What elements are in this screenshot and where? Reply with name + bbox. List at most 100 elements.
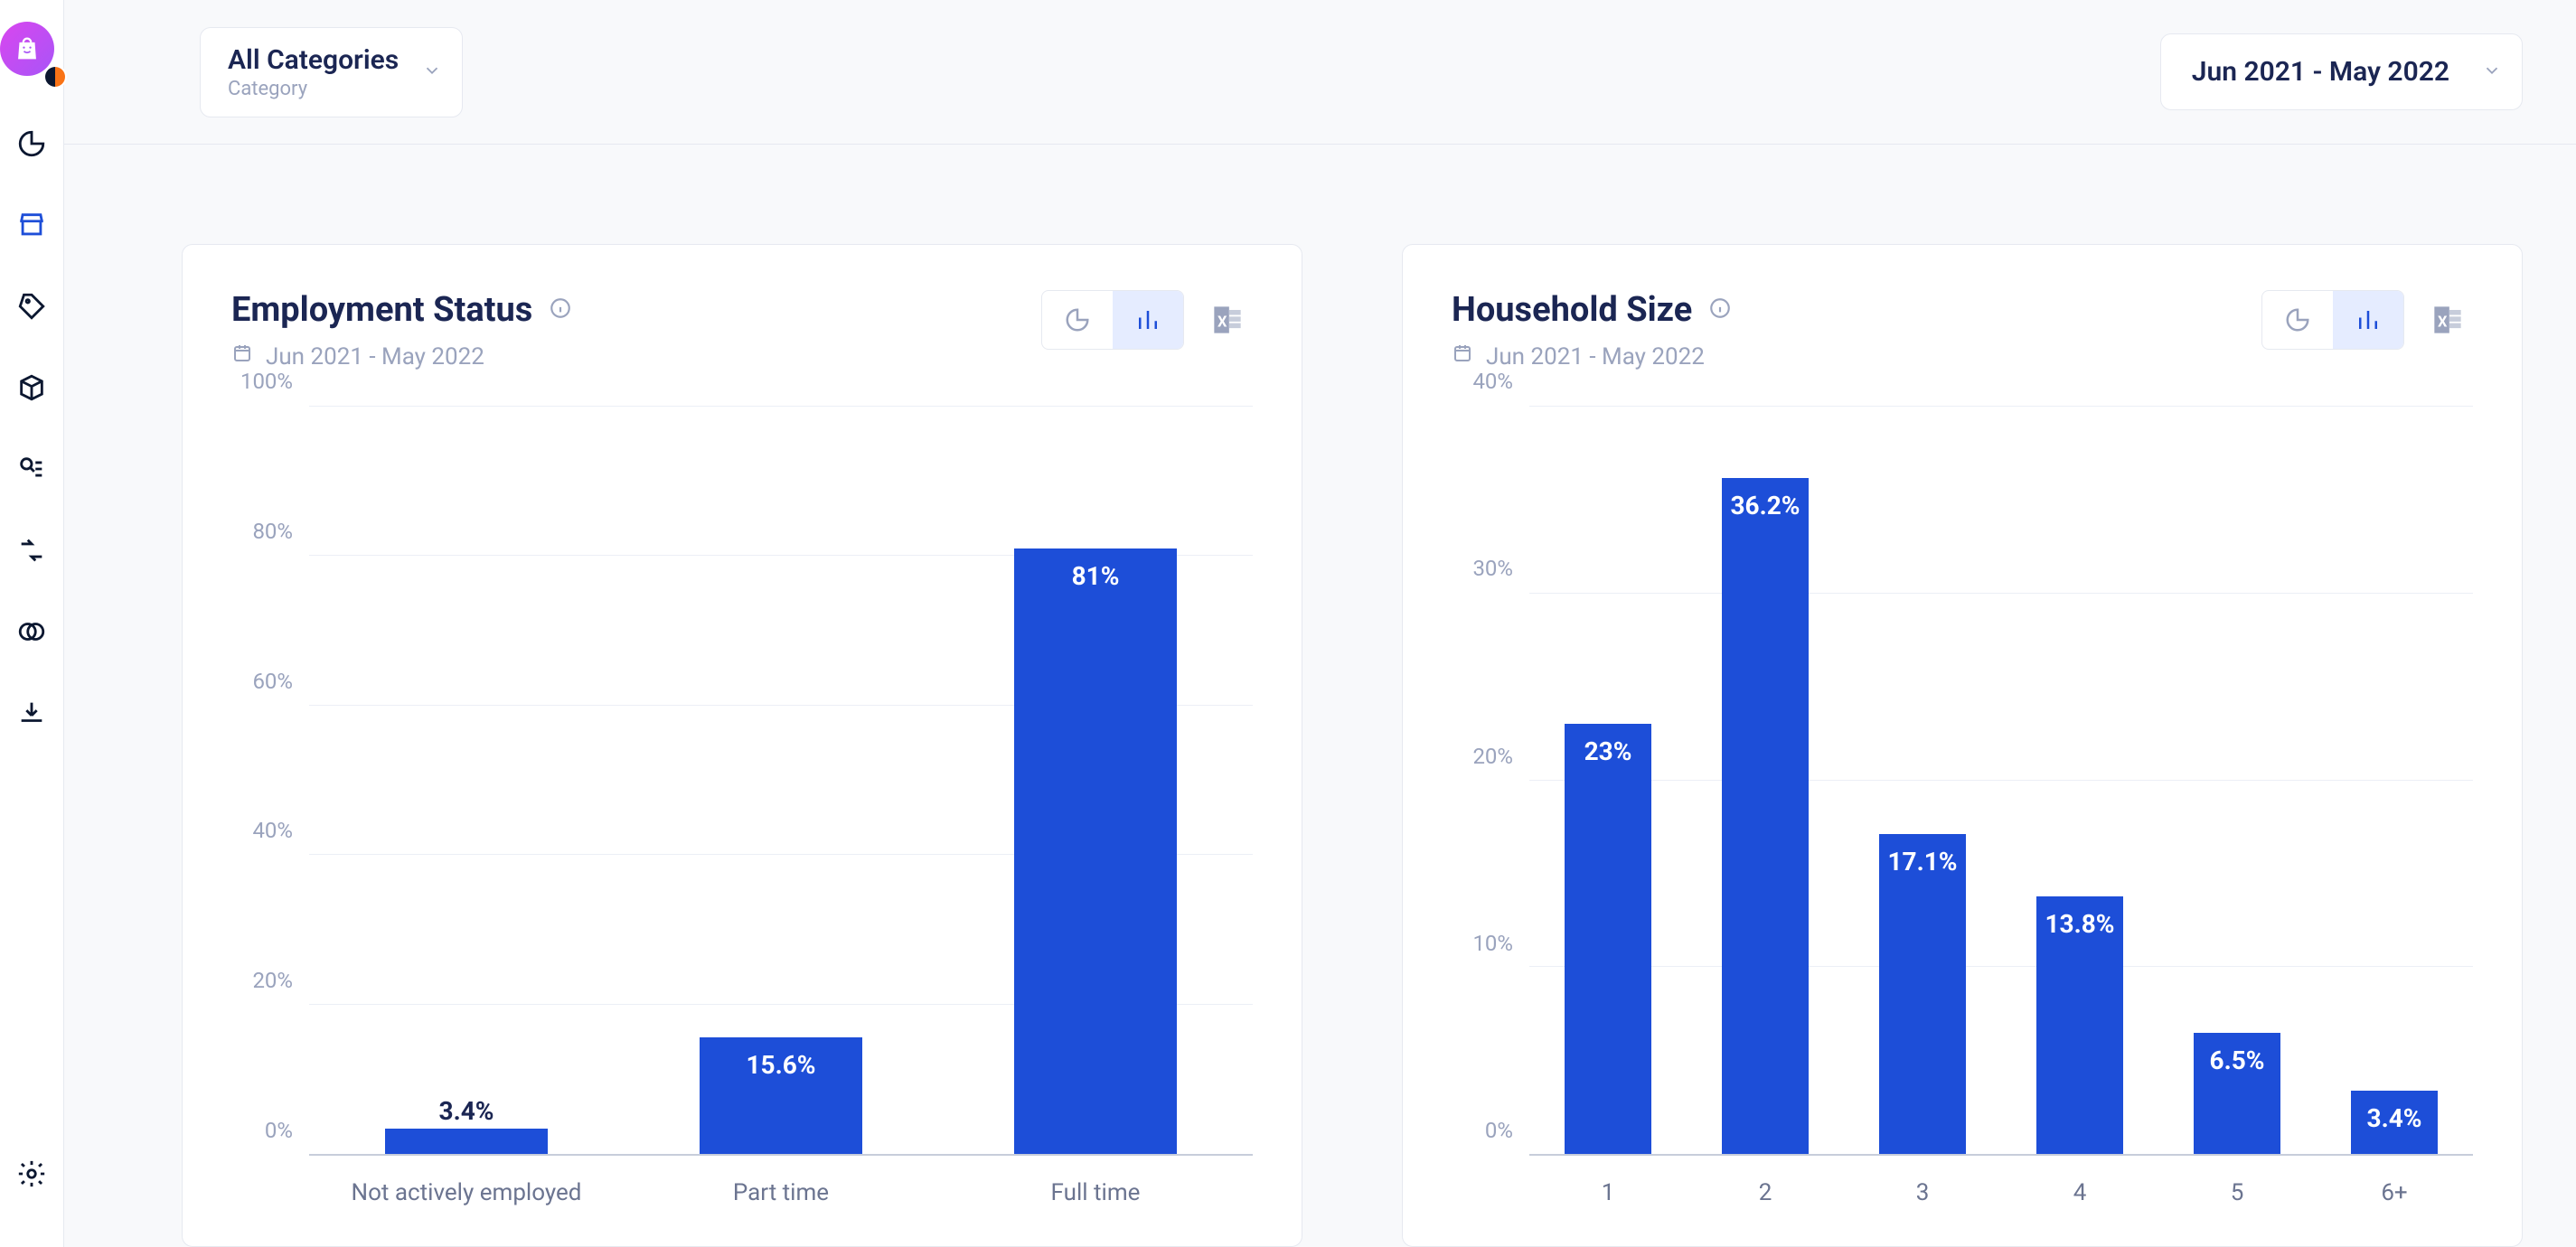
- plot: 3.4% 15.6% 81% Not actively employedPart t…: [309, 407, 1253, 1219]
- bars: 23% 36.2% 17.1% 13.8% 6.5% 3.4%: [1529, 407, 2473, 1154]
- bar-slot: 17.1%: [1844, 407, 2001, 1154]
- bar-value-label: 36.2%: [1730, 491, 1800, 520]
- y-tick-label: 10%: [1472, 931, 1513, 956]
- sidebar: [0, 0, 64, 1247]
- app-root: All Categories Category Jun 2021 - May 2…: [0, 0, 2576, 1247]
- chart-type-toggle: [1041, 290, 1184, 350]
- y-tick-label: 30%: [1472, 556, 1513, 581]
- bar-slot: 81%: [938, 407, 1253, 1154]
- main: All Categories Category Jun 2021 - May 2…: [64, 0, 2576, 1247]
- nav-overlap-icon[interactable]: [16, 616, 47, 651]
- card-date-range: Jun 2021 - May 2022: [266, 343, 484, 370]
- bar-value-label: 3.4%: [2367, 1103, 2422, 1133]
- bar: 81%: [1014, 548, 1177, 1154]
- x-axis: Not actively employedPart timeFull time: [309, 1165, 1253, 1219]
- category-dropdown[interactable]: All Categories Category: [200, 27, 463, 117]
- info-icon[interactable]: [1708, 296, 1732, 323]
- y-tick-label: 0%: [1485, 1118, 1513, 1143]
- bar-chart-toggle[interactable]: [2333, 291, 2403, 349]
- bar-slot: 15.6%: [624, 407, 938, 1154]
- bars: 3.4% 15.6% 81%: [309, 407, 1253, 1154]
- card-header: Employment Status Jun 2021 - May 2022: [183, 245, 1302, 398]
- bar: 13.8%: [2036, 896, 2123, 1154]
- bar-slot: 6.5%: [2158, 407, 2316, 1154]
- nav-settings-icon[interactable]: [16, 1158, 47, 1193]
- bar-value-label: 81%: [1072, 561, 1120, 591]
- y-tick-label: 40%: [252, 818, 293, 843]
- plot-inner: 23% 36.2% 17.1% 13.8% 6.5% 3.4%: [1529, 407, 2473, 1156]
- nav-package-icon[interactable]: [16, 372, 47, 407]
- bar-value-label: 17.1%: [1887, 847, 1957, 877]
- nav-storefront-icon[interactable]: [16, 210, 47, 244]
- nav-download-icon[interactable]: [16, 698, 47, 732]
- bar: 6.5%: [2194, 1033, 2280, 1154]
- nav-merge-icon[interactable]: [16, 535, 47, 569]
- card-employment-status: Employment Status Jun 2021 - May 2022: [182, 244, 1302, 1247]
- x-tick-label: 1: [1529, 1165, 1687, 1219]
- pie-chart-toggle[interactable]: [2262, 291, 2333, 349]
- date-range-dropdown[interactable]: Jun 2021 - May 2022: [2160, 33, 2523, 110]
- calendar-icon: [1452, 342, 1473, 370]
- export-excel-button[interactable]: X: [1202, 295, 1253, 345]
- svg-text:X: X: [1217, 314, 1227, 331]
- card-header: Household Size Jun 2021 - May 2022: [1403, 245, 2522, 398]
- bar-value-label: 6.5%: [2210, 1045, 2265, 1075]
- export-excel-button[interactable]: X: [2422, 295, 2473, 345]
- y-tick-label: 100%: [240, 369, 293, 394]
- y-axis: 0%20%40%60%80%100%: [210, 407, 309, 1219]
- bar-chart-toggle[interactable]: [1113, 291, 1183, 349]
- card-title: Household Size: [1452, 290, 1692, 330]
- x-tick-label: Part time: [624, 1165, 938, 1219]
- category-dropdown-value: All Categories: [228, 44, 399, 76]
- x-tick-label: 3: [1844, 1165, 2001, 1219]
- pie-chart-toggle[interactable]: [1042, 291, 1113, 349]
- bar: 23%: [1565, 724, 1651, 1154]
- bar: 15.6%: [700, 1037, 862, 1154]
- bar-slot: 3.4%: [309, 407, 624, 1154]
- x-axis: 123456+: [1529, 1165, 2473, 1219]
- bar: 3.4%: [2351, 1091, 2438, 1154]
- y-tick-label: 20%: [1472, 744, 1513, 769]
- chevron-down-icon: [422, 61, 442, 84]
- bar-slot: 23%: [1529, 407, 1687, 1154]
- bar-slot: 13.8%: [2001, 407, 2158, 1154]
- chevron-down-icon: [2482, 61, 2502, 84]
- svg-text:X: X: [2438, 314, 2448, 331]
- y-tick-label: 80%: [252, 519, 293, 544]
- calendar-icon: [231, 342, 253, 370]
- x-tick-label: 6+: [2316, 1165, 2473, 1219]
- x-tick-label: Full time: [938, 1165, 1253, 1219]
- nav-tag-icon[interactable]: [16, 291, 47, 325]
- card-household-size: Household Size Jun 2021 - May 2022: [1402, 244, 2523, 1247]
- bar-value-label: 13.8%: [2045, 909, 2114, 939]
- bar-value-label: 3.4%: [439, 1096, 494, 1126]
- x-tick-label: 5: [2158, 1165, 2316, 1219]
- app-logo[interactable]: [0, 22, 63, 85]
- bar-value-label: 23%: [1584, 736, 1632, 766]
- bar-slot: 3.4%: [2316, 407, 2473, 1154]
- bar: 36.2%: [1722, 478, 1809, 1154]
- nav-pie-icon[interactable]: [16, 128, 47, 163]
- chart-area: 0%10%20%30%40% 23%36.2%17.1%13.8%6.5%3.4…: [1403, 398, 2522, 1246]
- x-tick-label: 2: [1687, 1165, 1844, 1219]
- y-tick-label: 40%: [1472, 369, 1513, 394]
- card-title: Employment Status: [231, 290, 532, 330]
- chart-area: 0%20%40%60%80%100% 3.4%15.6%81% Not acti…: [183, 398, 1302, 1246]
- plot-inner: 3.4% 15.6% 81%: [309, 407, 1253, 1156]
- x-tick-label: Not actively employed: [309, 1165, 624, 1219]
- y-tick-label: 20%: [252, 968, 293, 993]
- x-tick-label: 4: [2001, 1165, 2158, 1219]
- y-tick-label: 60%: [252, 669, 293, 694]
- bar: 3.4%: [385, 1129, 548, 1154]
- date-range-dropdown-value: Jun 2021 - May 2022: [2192, 56, 2449, 88]
- bar: 17.1%: [1879, 834, 1966, 1154]
- y-tick-label: 0%: [265, 1118, 293, 1143]
- info-icon[interactable]: [549, 296, 572, 323]
- y-axis: 0%10%20%30%40%: [1430, 407, 1529, 1219]
- nav-search-list-icon[interactable]: [16, 454, 47, 488]
- category-dropdown-label: Category: [228, 78, 399, 100]
- bar-value-label: 15.6%: [746, 1050, 815, 1080]
- content: Employment Status Jun 2021 - May 2022: [64, 145, 2576, 1247]
- chart-type-toggle: [2261, 290, 2404, 350]
- card-date-range: Jun 2021 - May 2022: [1486, 343, 1705, 370]
